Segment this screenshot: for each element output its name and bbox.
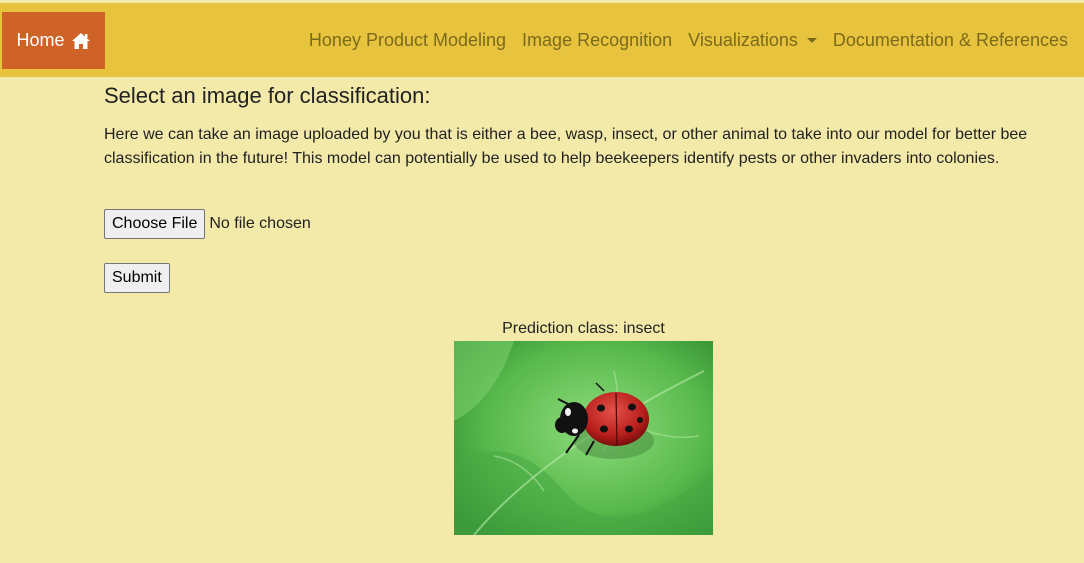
nav-links: Honey Product Modeling Image Recognition… [301,3,1076,77]
ladybug-image [454,341,713,535]
page-title: Select an image for classification: [104,83,431,108]
file-status: No file chosen [209,215,311,232]
nav-link-visualizations-label: Visualizations [688,29,798,50]
home-label: Home [16,30,65,50]
submit-button[interactable]: Submit [104,263,170,293]
page-description: Here we can take an image uploaded by yo… [104,126,1028,167]
file-input: Choose File No file chosen [104,209,311,239]
prediction-label: Prediction class: insect [502,320,665,337]
navbar: Home Honey Product Modeling Image Recogn… [0,3,1084,77]
home-button[interactable]: Home [2,12,105,69]
chevron-down-icon [806,37,817,43]
choose-file-button[interactable]: Choose File [104,209,206,239]
nav-link-honey-product-modeling[interactable]: Honey Product Modeling [301,30,514,51]
nav-dropdown-visualizations[interactable]: Visualizations [680,30,825,51]
nav-link-image-recognition[interactable]: Image Recognition [514,30,680,51]
nav-link-documentation[interactable]: Documentation & References [825,30,1076,51]
home-icon [71,32,91,50]
